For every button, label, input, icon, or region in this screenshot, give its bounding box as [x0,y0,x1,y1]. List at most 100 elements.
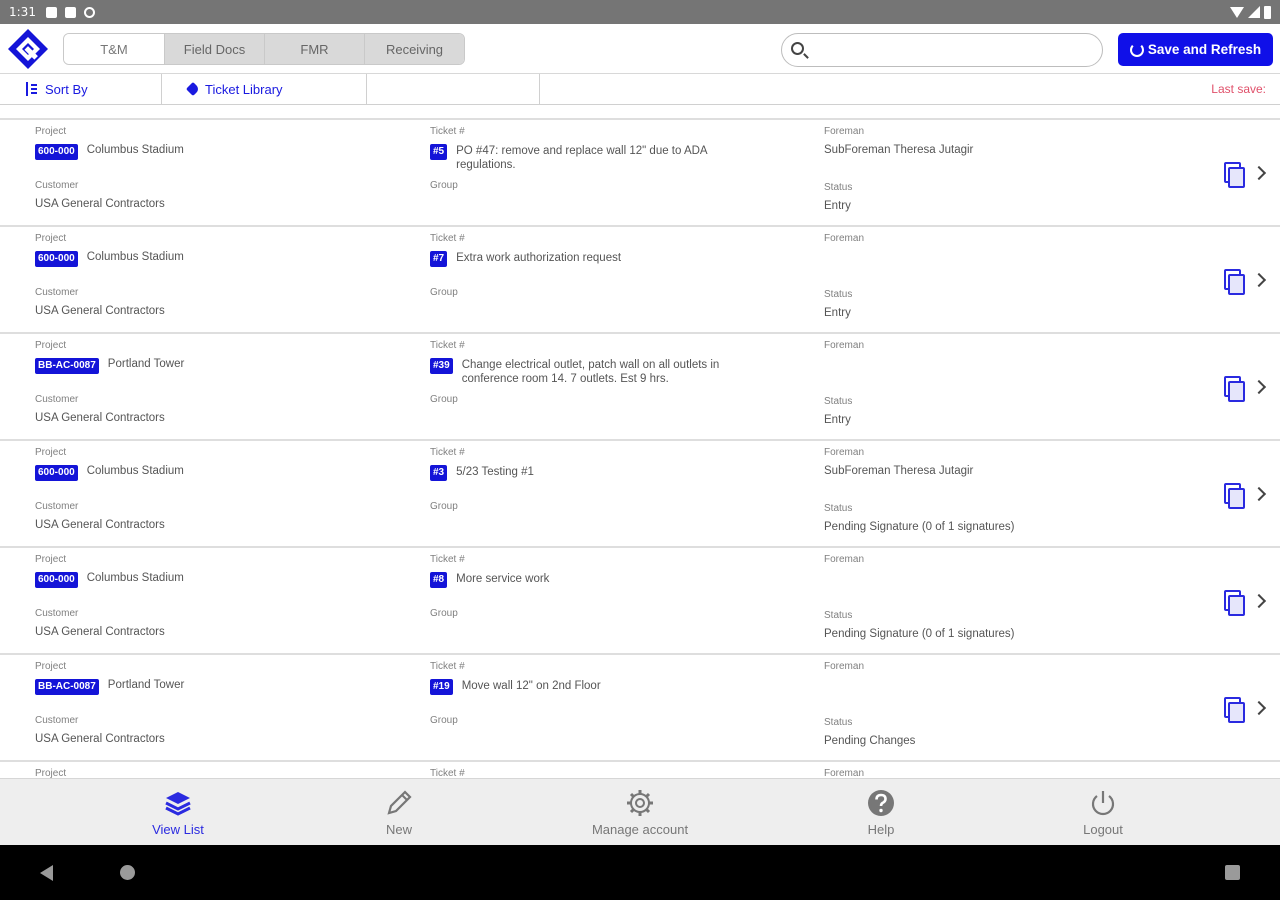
save-and-refresh-button[interactable]: Save and Refresh [1118,33,1273,66]
system-navigation-bar [0,845,1280,900]
customer-label: Customer [35,287,79,298]
customer-value: USA General Contractors [35,733,165,745]
status-label: Status [824,396,853,407]
foreman-value: SubForeman Theresa Jutagir [824,465,974,477]
customer-value: USA General Contractors [35,198,165,210]
copy-ticket-icon[interactable] [1222,162,1245,188]
foreman-label: Foreman [824,661,865,672]
ticket-label: Ticket # [430,554,465,565]
ticket-row[interactable]: Project BB-AC-0087 Portland Tower Customer U… [0,655,1280,762]
ticket-label: Ticket # [430,233,465,244]
ticket-label: Ticket # [430,447,465,458]
customer-value: USA General Contractors [35,626,165,638]
tab-field-docs[interactable]: Field Docs [164,34,264,64]
ticket-description: Extra work authorization request [456,252,622,264]
home-icon[interactable] [120,865,135,880]
project-name: Columbus Stadium [86,251,184,263]
foreman-label: Foreman [824,447,865,458]
nav-help-label: Help [867,822,895,837]
project-value: 600-000 Columbus Stadium [35,465,184,481]
chevron-right-icon[interactable] [1251,593,1267,609]
foreman-value: SubForeman Theresa Jutagir [824,144,974,156]
tab-tm[interactable]: T&M [64,34,164,64]
nav-help[interactable]: Help [801,779,961,846]
ticket-list[interactable]: Project 600-000 Columbus Stadium Customer US… [0,105,1280,778]
status-value: Pending Changes [824,735,916,747]
status-value: Entry [824,414,851,426]
nav-view-list[interactable]: View List [98,779,258,846]
project-label: Project [35,768,67,778]
sort-by-label: Sort By [45,81,88,97]
ticket-description: Change electrical outlet, patch wall on … [461,359,720,385]
chevron-right-icon[interactable] [1251,272,1267,288]
ticket-number-badge: #7 [430,251,448,267]
ticket-row[interactable]: Project 600-000 Columbus Stadium Customer US… [0,441,1280,548]
nav-logout[interactable]: Logout [1023,779,1183,846]
system-status-bar: 1:31 [0,0,1280,24]
ticket-library-label: Ticket Library [205,81,283,97]
recent-apps-icon[interactable] [1225,865,1240,880]
foreman-label: Foreman [824,768,865,778]
group-label: Group [430,501,458,512]
copy-ticket-icon[interactable] [1222,376,1245,402]
ticket-rows: Project 600-000 Columbus Stadium Customer US… [0,120,1280,778]
nav-logout-label: Logout [1083,822,1123,837]
nav-manage-account-label: Manage account [591,822,689,837]
project-label: Project [35,661,67,672]
back-icon[interactable] [40,865,53,881]
project-code-badge: BB-AC-0087 [35,358,99,374]
tab-fmr[interactable]: FMR [264,34,364,64]
tab-receiving[interactable]: Receiving [364,34,464,64]
project-value: BB-AC-0087 Portland Tower [35,358,184,374]
ticket-value: #19 Move wall 12" on 2nd Floor [430,679,601,695]
ticket-row[interactable]: Project 600-000 Columbus Stadium Customer US… [0,120,1280,227]
power-icon [1091,791,1115,816]
foreman-label: Foreman [824,126,865,137]
nav-manage-account[interactable]: Manage account [560,779,720,846]
module-tabs: T&M Field Docs FMR Receiving [63,33,465,65]
ticket-label: Ticket # [430,768,465,778]
ticket-library-button[interactable]: Ticket Library [162,74,367,104]
ticket-row[interactable]: Project 600-000 Columbus Stadium Customer US… [0,548,1280,655]
battery-icon [1264,5,1271,19]
foreman-label: Foreman [824,554,865,565]
last-save-label: Last save: [1211,82,1266,96]
copy-ticket-icon[interactable] [1222,269,1245,295]
ticket-row-partial[interactable]: Project Ticket # Foreman [0,762,1280,778]
search-input[interactable] [814,38,1094,62]
copy-ticket-icon[interactable] [1222,590,1245,616]
bottom-navigation: View List New Manage account Help Logout [0,778,1280,845]
project-value: 600-000 Columbus Stadium [35,572,184,588]
customer-label: Customer [35,180,79,191]
project-code-badge: 600-000 [35,572,78,588]
chevron-right-icon[interactable] [1251,379,1267,395]
group-label: Group [430,608,458,619]
status-value: Entry [824,200,851,212]
sort-icon [24,82,38,96]
customer-label: Customer [35,608,79,619]
chevron-right-icon[interactable] [1251,486,1267,502]
group-label: Group [430,287,458,298]
project-code-badge: 600-000 [35,144,78,160]
ticket-value: #39 Change electrical outlet, patch wall … [430,358,752,386]
chevron-right-icon[interactable] [1251,700,1267,716]
chevron-right-icon[interactable] [1251,165,1267,181]
nav-view-list-label: View List [152,822,204,837]
list-top-edge [0,105,1280,120]
sync-status-icon [83,6,95,18]
project-label: Project [35,340,67,351]
sort-by-button[interactable]: Sort By [0,74,162,104]
project-code-badge: BB-AC-0087 [35,679,99,695]
ticket-description: 5/23 Testing #1 [456,466,534,478]
ticket-row[interactable]: Project BB-AC-0087 Portland Tower Customer U… [0,334,1280,441]
ticket-row[interactable]: Project 600-000 Columbus Stadium Customer US… [0,227,1280,334]
project-name: Portland Tower [107,358,185,370]
nav-new-label: New [385,822,412,837]
status-value: Entry [824,307,851,319]
copy-ticket-icon[interactable] [1222,483,1245,509]
nav-new[interactable]: New [319,779,479,846]
status-label: Status [824,289,853,300]
ticket-description: PO #47: remove and replace wall 12" due … [456,145,707,171]
copy-ticket-icon[interactable] [1222,697,1245,723]
ticket-value: #8 More service work [430,572,549,588]
